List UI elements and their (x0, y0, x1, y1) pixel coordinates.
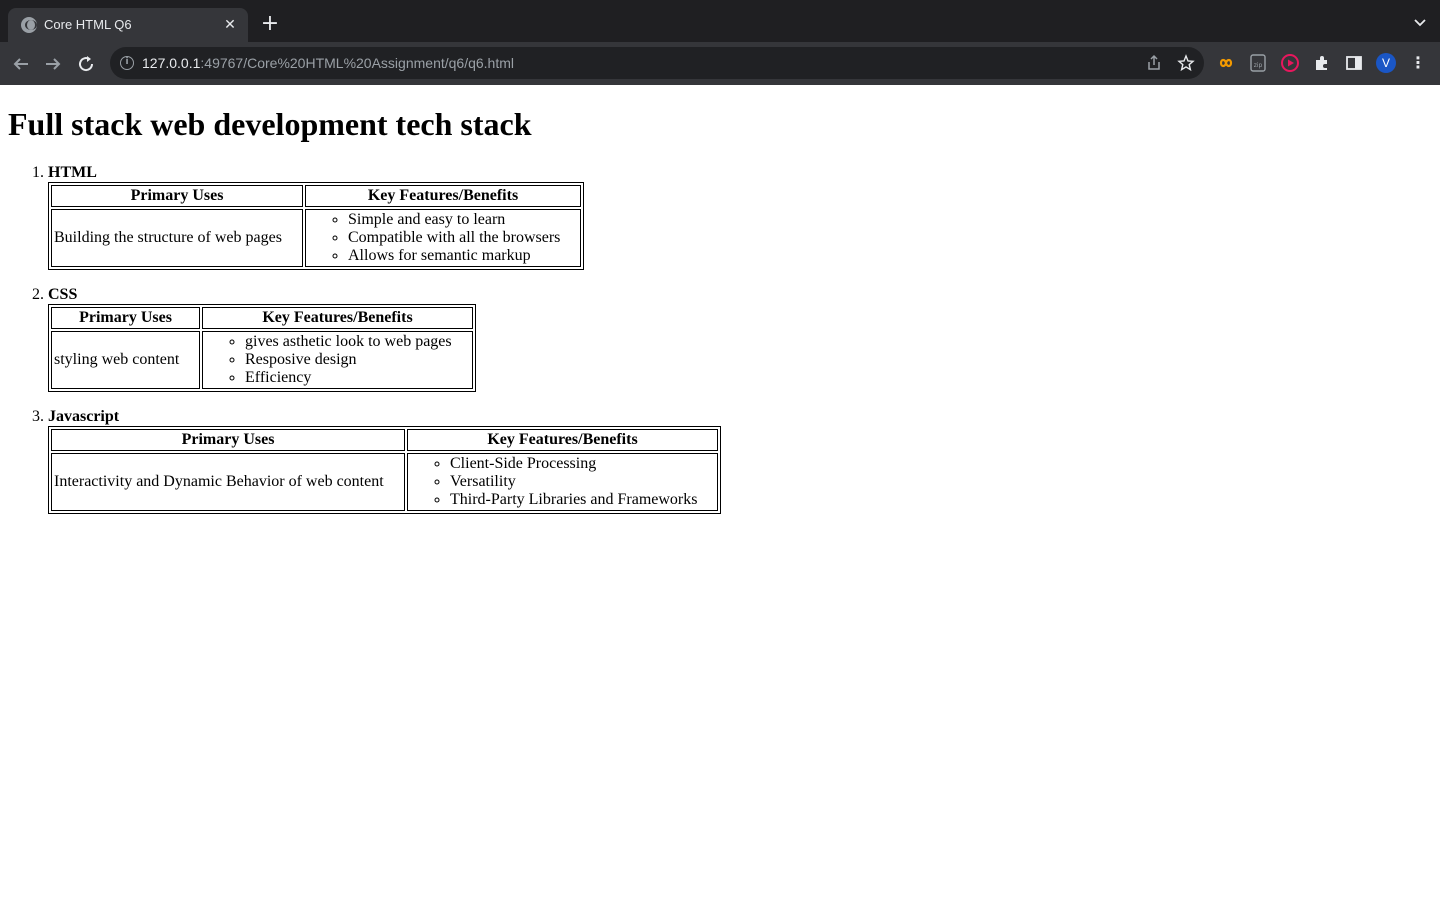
tab-strip: Core HTML Q6 ✕ + (0, 0, 1440, 42)
zip-extension-icon[interactable]: zip (1248, 53, 1268, 73)
primary-use-cell: Interactivity and Dynamic Behavior of we… (51, 453, 405, 511)
side-panel-icon[interactable] (1344, 53, 1364, 73)
address-bar[interactable]: i 127.0.0.1:49767/Core%20HTML%20Assignme… (110, 47, 1204, 79)
info-icon[interactable]: i (120, 56, 134, 70)
feature-item: Versatility (450, 473, 715, 491)
infinity-extension-icon[interactable] (1216, 53, 1236, 73)
record-extension-icon[interactable] (1280, 53, 1300, 73)
page-title: Full stack web development tech stack (8, 106, 532, 142)
svg-text:zip: zip (1254, 62, 1263, 69)
profile-avatar[interactable]: V (1376, 53, 1396, 73)
back-arrow-icon[interactable] (8, 51, 34, 77)
tech-list: HTML Primary Uses Key Features/Benefits … (8, 164, 1432, 514)
new-tab-button[interactable]: + (258, 12, 282, 36)
feature-item: Allows for semantic markup (348, 247, 578, 265)
share-icon[interactable] (1145, 54, 1163, 72)
features-cell: gives asthetic look to web pages Resposi… (202, 331, 473, 389)
more-menu-icon[interactable]: ⋮ (1410, 52, 1426, 74)
column-header: Key Features/Benefits (305, 185, 581, 207)
url-text[interactable]: 127.0.0.1:49767/Core%20HTML%20Assignment… (142, 55, 514, 71)
star-icon[interactable] (1177, 54, 1195, 72)
url-path: :49767/Core%20HTML%20Assignment/q6/q6.ht… (200, 55, 515, 71)
browser-tab[interactable]: Core HTML Q6 ✕ (8, 8, 248, 42)
chevron-down-icon[interactable] (1412, 14, 1428, 30)
page-content: Full stack web development tech stack HT… (0, 85, 1440, 900)
column-header: Key Features/Benefits (407, 429, 718, 451)
tech-name: CSS (48, 286, 78, 303)
tech-table: Primary Uses Key Features/Benefits Inter… (48, 426, 721, 514)
primary-use-cell: styling web content (51, 331, 200, 389)
feature-item: Resposive design (245, 351, 470, 369)
column-header: Key Features/Benefits (202, 307, 473, 329)
feature-item: Client-Side Processing (450, 455, 715, 473)
tech-name: Javascript (48, 408, 120, 425)
features-cell: Simple and easy to learn Compatible with… (305, 209, 581, 267)
tech-name: HTML (48, 164, 97, 181)
browser-chrome: Core HTML Q6 ✕ + i 127.0.0.1:49767/Core%… (0, 0, 1440, 85)
list-item: CSS Primary Uses Key Features/Benefits s… (48, 286, 1432, 392)
features-cell: Client-Side Processing Versatility Third… (407, 453, 718, 511)
feature-item: Compatible with all the browsers (348, 229, 578, 247)
column-header: Primary Uses (51, 429, 405, 451)
tech-table: Primary Uses Key Features/Benefits styli… (48, 304, 476, 392)
forward-arrow-icon[interactable] (40, 51, 66, 77)
list-item: Javascript Primary Uses Key Features/Ben… (48, 408, 1432, 514)
feature-item: gives asthetic look to web pages (245, 333, 470, 351)
feature-item: Efficiency (245, 369, 470, 387)
column-header: Primary Uses (51, 307, 200, 329)
tech-table: Primary Uses Key Features/Benefits Build… (48, 182, 584, 270)
feature-item: Third-Party Libraries and Frameworks (450, 491, 715, 509)
puzzle-extensions-icon[interactable] (1312, 53, 1332, 73)
reload-icon[interactable] (73, 51, 99, 77)
list-item: HTML Primary Uses Key Features/Benefits … (48, 164, 1432, 270)
tab-title: Core HTML Q6 (44, 17, 132, 32)
url-host: 127.0.0.1 (142, 55, 201, 71)
feature-item: Simple and easy to learn (348, 211, 578, 229)
close-tab-icon[interactable]: ✕ (220, 15, 240, 35)
column-header: Primary Uses (51, 185, 303, 207)
globe-icon (21, 17, 37, 33)
primary-use-cell: Building the structure of web pages (51, 209, 303, 267)
